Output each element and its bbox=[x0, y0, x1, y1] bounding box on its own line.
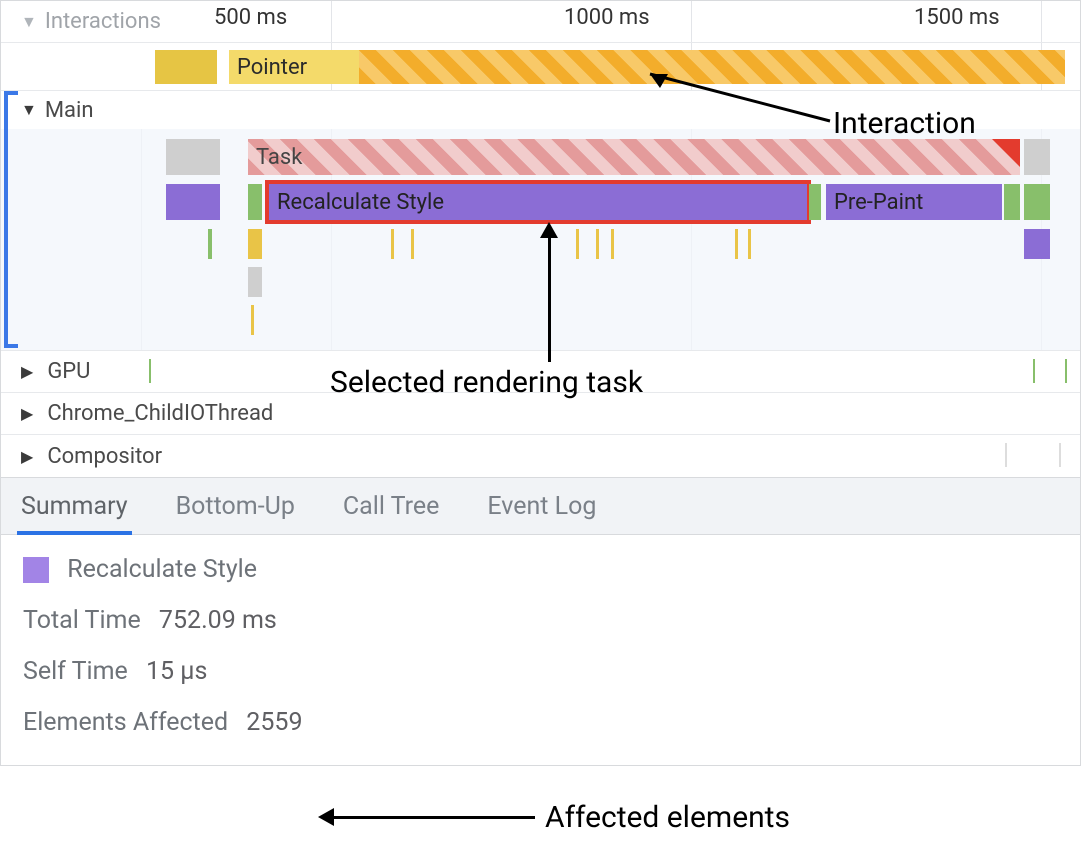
chevron-right-icon: ▶ bbox=[21, 362, 33, 381]
color-swatch bbox=[23, 557, 49, 583]
interactions-track[interactable]: Pointer bbox=[1, 43, 1080, 91]
tick bbox=[1005, 443, 1007, 467]
chevron-down-icon: ▼ bbox=[21, 12, 37, 32]
task-bar[interactable] bbox=[1004, 184, 1020, 220]
tick bbox=[735, 229, 738, 259]
tick bbox=[251, 305, 254, 335]
arrow-icon bbox=[330, 816, 535, 819]
self-time-label: Self Time bbox=[23, 657, 128, 686]
gpu-thread-row[interactable]: ▶ GPU bbox=[1, 351, 1080, 393]
interaction-striped-bar[interactable] bbox=[359, 50, 1065, 84]
compositor-thread-row[interactable]: ▶ Compositor bbox=[1, 435, 1080, 477]
compositor-label: Compositor bbox=[47, 444, 162, 469]
summary-title-row: Recalculate Style bbox=[23, 555, 1058, 584]
tick bbox=[1059, 443, 1061, 467]
total-time-label: Total Time bbox=[23, 606, 141, 635]
details-tabs: Summary Bottom-Up Call Tree Event Log bbox=[1, 477, 1080, 535]
task-label: Task bbox=[256, 145, 302, 170]
arrow-icon bbox=[318, 808, 334, 826]
devtools-performance-panel: ▼ Interactions 500 ms 1000 ms 1500 ms Po… bbox=[0, 0, 1081, 766]
summary-elements-affected: Elements Affected 2559 bbox=[23, 708, 1058, 737]
tick bbox=[596, 229, 599, 259]
task-bar[interactable] bbox=[1024, 139, 1050, 175]
interactions-header[interactable]: ▼ Interactions 500 ms 1000 ms 1500 ms bbox=[1, 1, 1080, 43]
interactions-label: Interactions bbox=[45, 9, 161, 34]
summary-title: Recalculate Style bbox=[67, 555, 257, 584]
prepaint-bar[interactable]: Pre-Paint bbox=[826, 184, 1002, 220]
task-bar[interactable] bbox=[248, 184, 262, 220]
tick bbox=[411, 229, 414, 259]
interaction-pointer-bar[interactable]: Pointer bbox=[229, 50, 359, 84]
tab-summary[interactable]: Summary bbox=[21, 480, 128, 533]
task-bar[interactable] bbox=[166, 139, 220, 175]
chevron-down-icon: ▼ bbox=[21, 100, 37, 120]
childio-thread-row[interactable]: ▶ Chrome_ChildIOThread bbox=[1, 393, 1080, 435]
gpu-label: GPU bbox=[47, 359, 90, 384]
ruler-tick: 1500 ms bbox=[914, 5, 1000, 30]
tick bbox=[391, 229, 394, 259]
tick bbox=[611, 229, 614, 259]
elements-label: Elements Affected bbox=[23, 708, 228, 737]
tick bbox=[248, 267, 262, 297]
summary-total-time: Total Time 752.09 ms bbox=[23, 606, 1058, 635]
tick bbox=[149, 359, 151, 383]
selection-bracket bbox=[4, 91, 18, 348]
interaction-whisker bbox=[155, 50, 217, 84]
recalculate-style-bar[interactable]: Recalculate Style bbox=[269, 184, 807, 220]
main-thread-track[interactable]: Task Recalculate Style Pre-Paint bbox=[1, 129, 1080, 351]
tick bbox=[1033, 359, 1035, 383]
tick bbox=[248, 229, 262, 259]
summary-self-time: Self Time 15 µs bbox=[23, 657, 1058, 686]
tab-call-tree[interactable]: Call Tree bbox=[343, 480, 440, 533]
self-time-value: 15 µs bbox=[146, 657, 207, 686]
tick bbox=[208, 229, 212, 259]
tick bbox=[576, 229, 579, 259]
main-label: Main bbox=[45, 98, 94, 123]
chevron-right-icon: ▶ bbox=[21, 447, 33, 466]
tick bbox=[1024, 229, 1050, 259]
elements-value: 2559 bbox=[246, 708, 302, 737]
chevron-right-icon: ▶ bbox=[21, 404, 33, 423]
task-bar[interactable] bbox=[166, 184, 220, 220]
tick bbox=[748, 229, 751, 259]
task-bar[interactable] bbox=[809, 184, 821, 220]
summary-panel: Recalculate Style Total Time 752.09 ms S… bbox=[1, 535, 1080, 765]
task-bar-long[interactable]: Task bbox=[248, 139, 1020, 175]
ruler-tick: 1000 ms bbox=[564, 5, 650, 30]
task-label: Pre-Paint bbox=[834, 190, 923, 215]
task-bar[interactable] bbox=[1024, 184, 1050, 220]
total-time-value: 752.09 ms bbox=[159, 606, 277, 635]
tab-bottom-up[interactable]: Bottom-Up bbox=[176, 480, 295, 533]
ruler-tick: 500 ms bbox=[214, 5, 287, 30]
tick bbox=[1065, 359, 1067, 383]
annotation-affected: Affected elements bbox=[545, 800, 790, 835]
childio-label: Chrome_ChildIOThread bbox=[47, 401, 273, 426]
tab-event-log[interactable]: Event Log bbox=[487, 480, 596, 533]
task-label: Recalculate Style bbox=[277, 190, 444, 215]
main-thread-header[interactable]: ▼ Main bbox=[1, 91, 1080, 129]
interaction-label: Pointer bbox=[237, 55, 307, 80]
